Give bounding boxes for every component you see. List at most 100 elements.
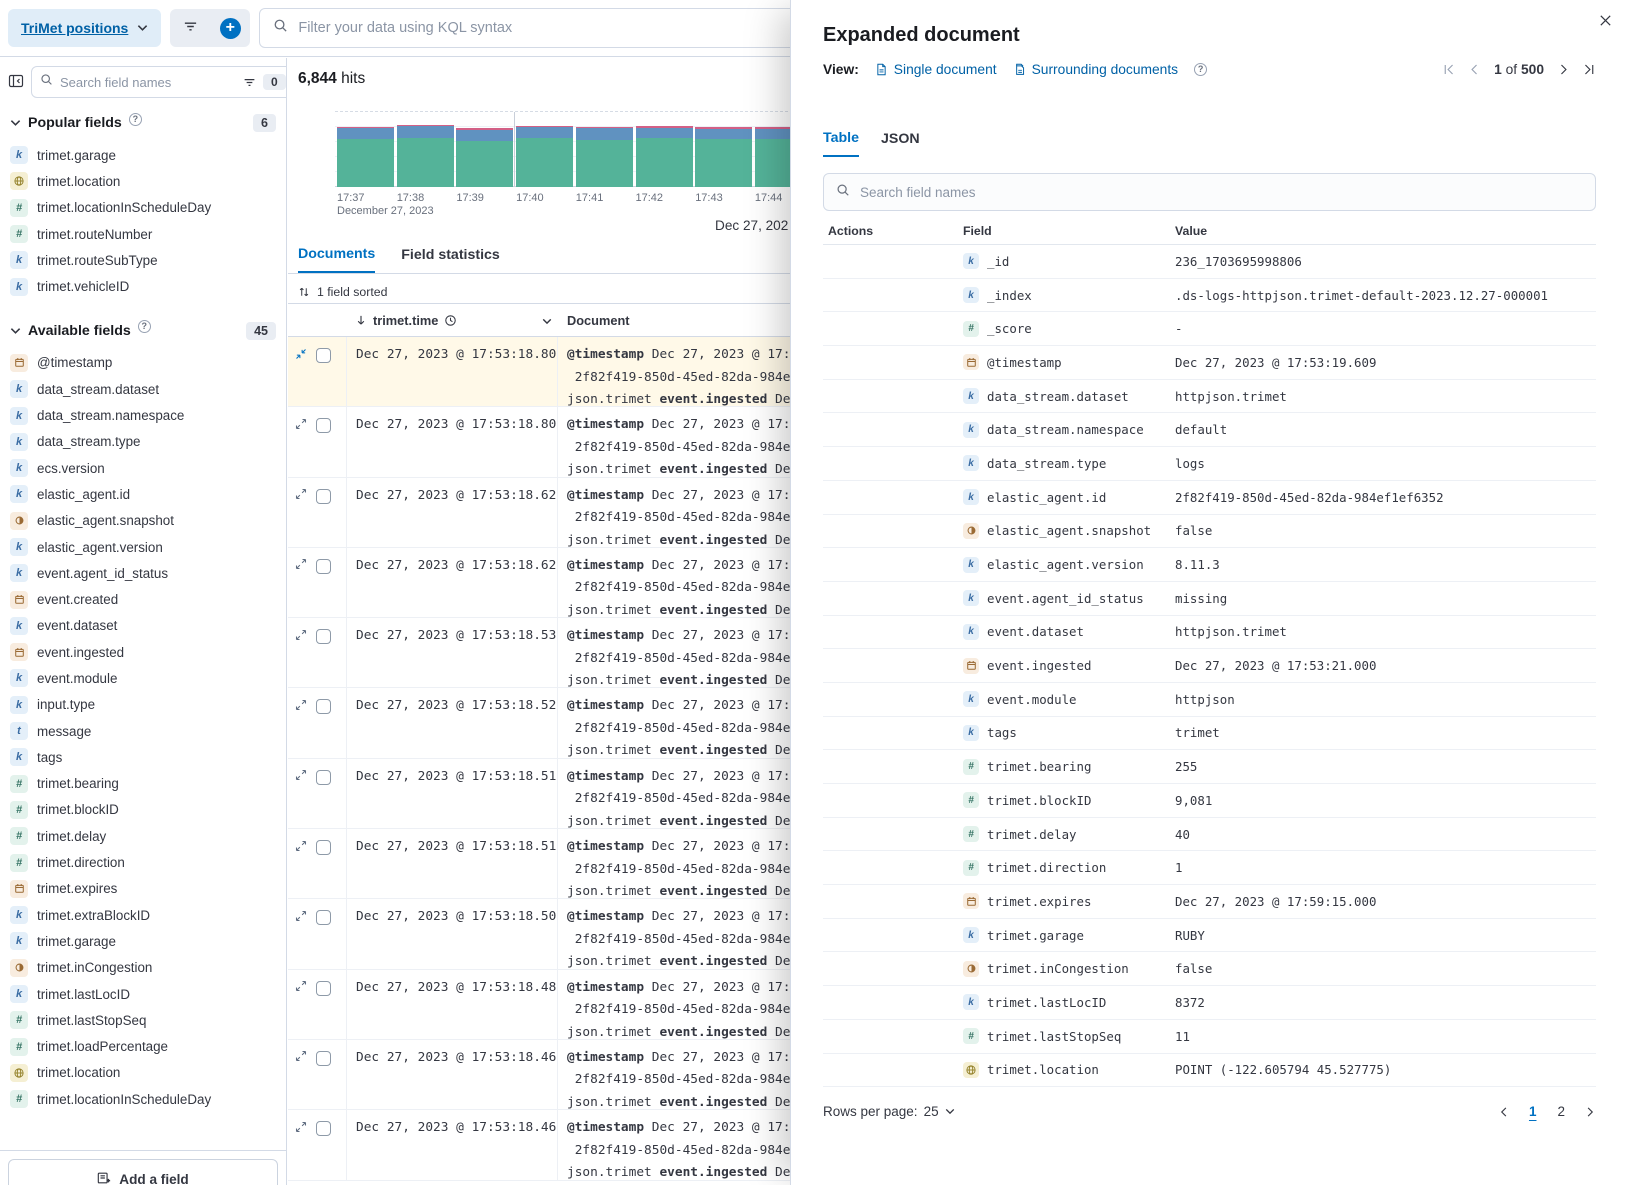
field-item-message[interactable]: tmessage [8,718,278,744]
select-row-checkbox[interactable] [316,1121,331,1136]
field-item-input.type[interactable]: kinput.type [8,692,278,718]
field-item-trimet.loadPercentage[interactable]: #trimet.loadPercentage [8,1034,278,1060]
single-document-link[interactable]: Single document [875,62,997,77]
grid-time-column-header[interactable]: trimet.time [347,304,558,336]
field-item-trimet.routeSubType[interactable]: ktrimet.routeSubType [8,247,278,273]
trimet-time-cell[interactable]: Dec 27, 2023 @ 17:53:18.511 [347,829,558,898]
trimet-time-cell[interactable]: Dec 27, 2023 @ 17:53:18.512 [347,759,558,828]
field-item-trimet.inCongestion[interactable]: trimet.inCongestion [8,955,278,981]
field-item-data_stream.namespace[interactable]: kdata_stream.namespace [8,402,278,428]
field-item-event.created[interactable]: event.created [8,586,278,612]
close-flyout-button[interactable] [1598,13,1613,31]
histogram-bar-series-pink[interactable] [397,125,454,127]
histogram-bar-series-blue[interactable] [337,128,394,139]
tab-table[interactable]: Table [823,130,859,157]
field-item-trimet.location[interactable]: trimet.location [8,168,278,194]
field-item-trimet.locationInScheduleDay[interactable]: #trimet.locationInScheduleDay [8,1086,278,1112]
histogram-bar-series-pink[interactable] [576,127,633,128]
trimet-time-cell[interactable]: Dec 27, 2023 @ 17:53:18.806 [347,337,558,406]
saved-query-menu-button[interactable] [170,9,210,47]
select-row-checkbox[interactable] [316,489,331,504]
page-2-button[interactable]: 2 [1555,1104,1567,1119]
sorted-fields-button[interactable]: 1 field sorted [298,280,387,303]
trimet-time-cell[interactable]: Dec 27, 2023 @ 17:53:18.504 [347,899,558,968]
flyout-field-search[interactable] [823,173,1596,211]
trimet-time-cell[interactable]: Dec 27, 2023 @ 17:53:18.533 [347,618,558,687]
first-page-button[interactable] [1442,63,1455,76]
previous-page-button[interactable] [1468,63,1481,76]
surrounding-documents-link[interactable]: Surrounding documents [1013,62,1179,77]
histogram-bar-series-blue[interactable] [456,130,513,141]
add-filter-button[interactable]: + [210,9,250,47]
next-page-button[interactable] [1557,63,1570,76]
histogram-bar-series-green[interactable] [397,138,454,187]
select-row-checkbox[interactable] [316,418,331,433]
histogram-bar-series-green[interactable] [516,138,573,188]
field-item-trimet.bearing[interactable]: #trimet.bearing [8,771,278,797]
field-item-trimet.direction[interactable]: #trimet.direction [8,849,278,875]
trimet-time-cell[interactable]: Dec 27, 2023 @ 17:53:18.467 [347,1110,558,1179]
collapse-sidebar-button[interactable] [8,67,24,97]
histogram-bar-series-green[interactable] [337,139,394,187]
add-field-button[interactable]: Add a field [8,1159,278,1185]
select-row-checkbox[interactable] [316,699,331,714]
select-row-checkbox[interactable] [316,629,331,644]
field-item-event.dataset[interactable]: kevent.dataset [8,613,278,639]
field-item-@timestamp[interactable]: @timestamp [8,350,278,376]
data-view-picker[interactable]: TriMet positions [8,9,161,47]
trimet-time-cell[interactable]: Dec 27, 2023 @ 17:53:18.806 [347,407,558,476]
tab-json[interactable]: JSON [881,130,920,157]
field-item-data_stream.type[interactable]: kdata_stream.type [8,429,278,455]
histogram-bar-series-pink[interactable] [695,127,752,129]
histogram-bar-series-green[interactable] [576,140,633,187]
field-item-trimet.routeNumber[interactable]: #trimet.routeNumber [8,221,278,247]
last-page-button[interactable] [1583,63,1596,76]
field-item-trimet.location[interactable]: trimet.location [8,1060,278,1086]
field-item-ecs.version[interactable]: kecs.version [8,455,278,481]
rows-per-page-button[interactable]: Rows per page: 25 [823,1104,955,1119]
tab-field-statistics[interactable]: Field statistics [401,246,500,273]
field-item-trimet.lastLocID[interactable]: ktrimet.lastLocID [8,981,278,1007]
expand-document-button[interactable] [295,699,309,713]
field-item-trimet.lastStopSeq[interactable]: #trimet.lastStopSeq [8,1007,278,1033]
column-menu-chevron-icon[interactable] [542,313,552,328]
histogram-bar-series-pink[interactable] [337,127,394,129]
expand-document-button[interactable] [295,910,309,924]
page-1-button[interactable]: 1 [1527,1104,1539,1119]
select-row-checkbox[interactable] [316,348,331,363]
histogram-bar-series-pink[interactable] [516,126,573,128]
histogram-bar-series-blue[interactable] [636,128,693,138]
histogram-bar-series-green[interactable] [456,141,513,187]
trimet-time-cell[interactable]: Dec 27, 2023 @ 17:53:18.486 [347,970,558,1039]
select-row-checkbox[interactable] [316,559,331,574]
tab-documents[interactable]: Documents [298,246,375,273]
histogram-bar-series-pink[interactable] [456,128,513,130]
field-item-trimet.expires[interactable]: trimet.expires [8,876,278,902]
field-name-search[interactable]: 0 [31,66,287,98]
histogram-bar-series-blue[interactable] [397,126,454,137]
field-item-data_stream.dataset[interactable]: kdata_stream.dataset [8,376,278,402]
expand-document-button[interactable] [295,418,309,432]
field-item-elastic_agent.id[interactable]: kelastic_agent.id [8,481,278,507]
expand-document-button[interactable] [295,1051,309,1065]
field-item-elastic_agent.snapshot[interactable]: elastic_agent.snapshot [8,508,278,534]
expand-document-button[interactable] [295,981,309,995]
field-item-trimet.delay[interactable]: #trimet.delay [8,823,278,849]
available-fields-header[interactable]: Available fields ? 45 [10,322,276,340]
select-row-checkbox[interactable] [316,1051,331,1066]
select-row-checkbox[interactable] [316,981,331,996]
field-item-event.ingested[interactable]: event.ingested [8,639,278,665]
previous-table-page-button[interactable] [1498,1106,1510,1118]
select-row-checkbox[interactable] [316,770,331,785]
field-item-trimet.locationInScheduleDay[interactable]: #trimet.locationInScheduleDay [8,195,278,221]
next-table-page-button[interactable] [1584,1106,1596,1118]
field-item-event.module[interactable]: kevent.module [8,665,278,691]
collapse-document-button[interactable] [295,348,309,362]
expand-document-button[interactable] [295,840,309,854]
select-row-checkbox[interactable] [316,840,331,855]
field-item-trimet.garage[interactable]: ktrimet.garage [8,142,278,168]
field-search-input[interactable] [60,75,236,90]
trimet-time-cell[interactable]: Dec 27, 2023 @ 17:53:18.468 [347,1040,558,1109]
histogram-bar-series-blue[interactable] [695,129,752,139]
field-filter-icon[interactable] [243,76,256,89]
